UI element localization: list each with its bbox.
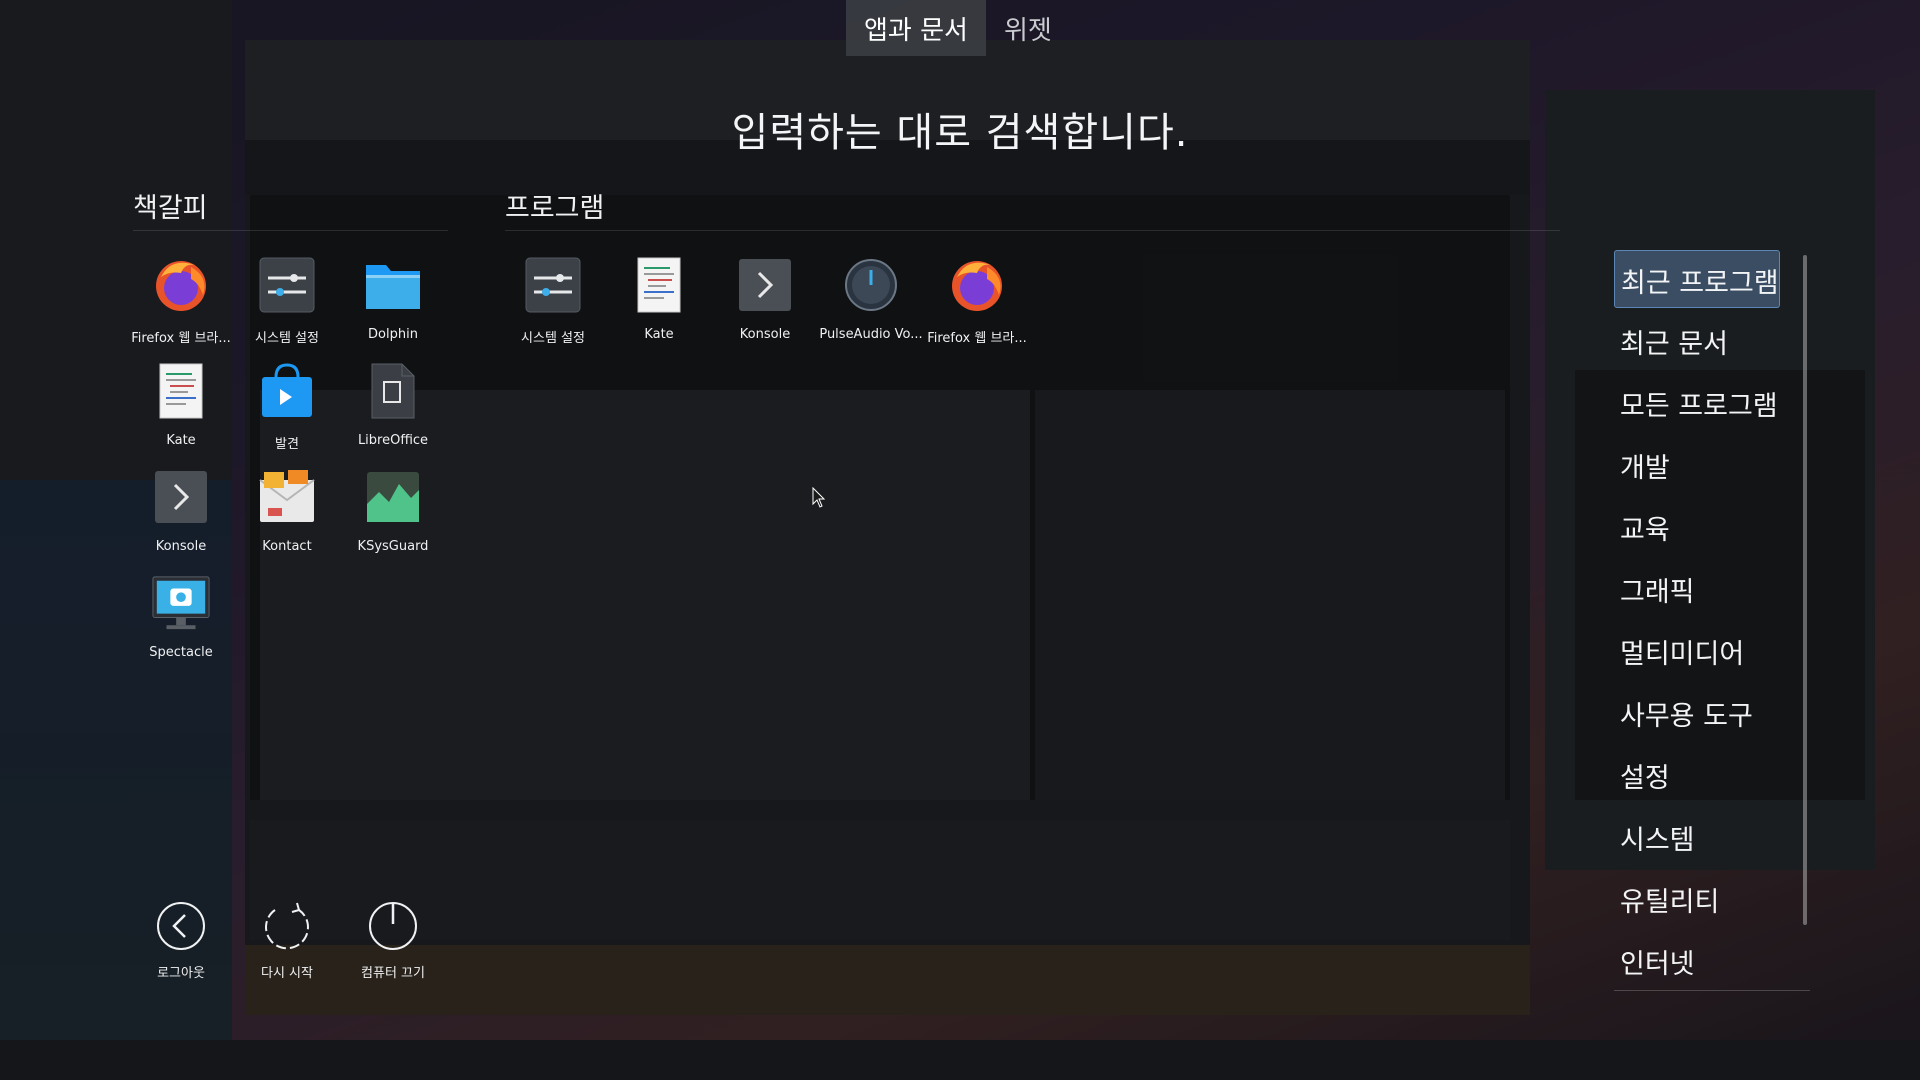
favorite-dolphin[interactable]: Dolphin (340, 255, 446, 355)
favorite-discover[interactable]: 발견 (234, 361, 340, 461)
program-label: Konsole (739, 327, 791, 342)
category-recent-programs[interactable]: 최근 프로그램 (1614, 250, 1780, 308)
categories-divider (1614, 990, 1810, 991)
category-internet[interactable]: 인터넷 (1614, 932, 1780, 990)
firefox-icon (947, 255, 1007, 315)
category-development[interactable]: 개발 (1614, 436, 1780, 494)
program-label: Kate (644, 327, 674, 342)
favorites-divider (133, 230, 448, 231)
konsole-icon (151, 467, 211, 527)
launcher-tabs: 앱과 문서 위젯 (846, 0, 1070, 56)
restart-icon (265, 902, 309, 950)
search-hint: 입력하는 대로 검색합니다. (731, 110, 1189, 156)
favorite-konsole[interactable]: Konsole (128, 467, 234, 567)
kate-icon (629, 255, 689, 315)
favorite-label: 발견 (275, 437, 299, 452)
discover-icon (257, 361, 317, 421)
kontact-icon (257, 467, 317, 527)
program-label: PulseAudio Vo... (819, 327, 923, 342)
favorite-kate[interactable]: Kate (128, 361, 234, 461)
tab-apps-and-docs[interactable]: 앱과 문서 (846, 0, 986, 56)
category-recent-documents[interactable]: 최근 문서 (1614, 312, 1780, 370)
favorite-libreoffice[interactable]: LibreOffice (340, 361, 446, 461)
logout-icon (157, 902, 205, 950)
dolphin-folder-icon (363, 255, 423, 315)
program-konsole[interactable]: Konsole (712, 255, 818, 355)
ksysguard-icon (363, 467, 423, 527)
category-utilities[interactable]: 유틸리티 (1614, 870, 1780, 928)
favorite-label: Dolphin (368, 327, 418, 342)
favorite-label: 시스템 설정 (255, 331, 319, 346)
system-settings-icon (257, 255, 317, 315)
category-office[interactable]: 사무용 도구 (1614, 684, 1780, 742)
category-multimedia[interactable]: 멀티미디어 (1614, 622, 1780, 680)
restart-label: 다시 시작 (261, 966, 313, 981)
favorite-firefox[interactable]: Firefox 웹 브라... (128, 255, 234, 355)
category-system[interactable]: 시스템 (1614, 808, 1780, 866)
mouse-cursor-icon (812, 487, 826, 508)
programs-title: 프로그램 (505, 193, 605, 224)
libreoffice-icon (363, 361, 423, 421)
pulseaudio-icon (841, 255, 901, 315)
program-label: Firefox 웹 브라... (927, 331, 1027, 346)
category-education[interactable]: 교육 (1614, 498, 1780, 556)
logout-button[interactable]: 로그아웃 (128, 900, 234, 990)
program-pulseaudio[interactable]: PulseAudio Vo... (818, 255, 924, 355)
program-system-settings[interactable]: 시스템 설정 (500, 255, 606, 355)
program-firefox[interactable]: Firefox 웹 브라... (924, 255, 1030, 355)
programs-divider (505, 230, 1560, 231)
spectacle-icon (151, 573, 211, 633)
favorite-label: Kate (166, 433, 196, 448)
program-label: 시스템 설정 (521, 331, 585, 346)
konsole-icon (735, 255, 795, 315)
favorite-label: Spectacle (149, 645, 213, 660)
category-all-programs[interactable]: 모든 프로그램 (1614, 374, 1780, 432)
favorite-spectacle[interactable]: Spectacle (128, 573, 234, 673)
restart-button[interactable]: 다시 시작 (234, 900, 340, 990)
tab-widgets[interactable]: 위젯 (986, 0, 1070, 56)
favorite-label: LibreOffice (357, 433, 429, 448)
firefox-icon (151, 255, 211, 315)
category-settings[interactable]: 설정 (1614, 746, 1780, 804)
favorite-system-settings[interactable]: 시스템 설정 (234, 255, 340, 355)
favorites-title: 책갈피 (133, 193, 208, 224)
category-graphics[interactable]: 그래픽 (1614, 560, 1780, 618)
shutdown-icon (369, 902, 417, 950)
shutdown-button[interactable]: 컴퓨터 끄기 (340, 900, 446, 990)
favorite-label: Kontact (262, 539, 312, 554)
favorite-label: Firefox 웹 브라... (131, 331, 231, 346)
system-settings-icon (523, 255, 583, 315)
favorite-label: KSysGuard (357, 539, 429, 554)
program-kate[interactable]: Kate (606, 255, 712, 355)
shutdown-label: 컴퓨터 끄기 (361, 966, 425, 981)
favorite-ksysguard[interactable]: KSysGuard (340, 467, 446, 567)
favorite-label: Konsole (155, 539, 207, 554)
categories-scrollbar[interactable] (1803, 255, 1807, 925)
kate-icon (151, 361, 211, 421)
logout-label: 로그아웃 (157, 966, 205, 981)
favorite-kontact[interactable]: Kontact (234, 467, 340, 567)
